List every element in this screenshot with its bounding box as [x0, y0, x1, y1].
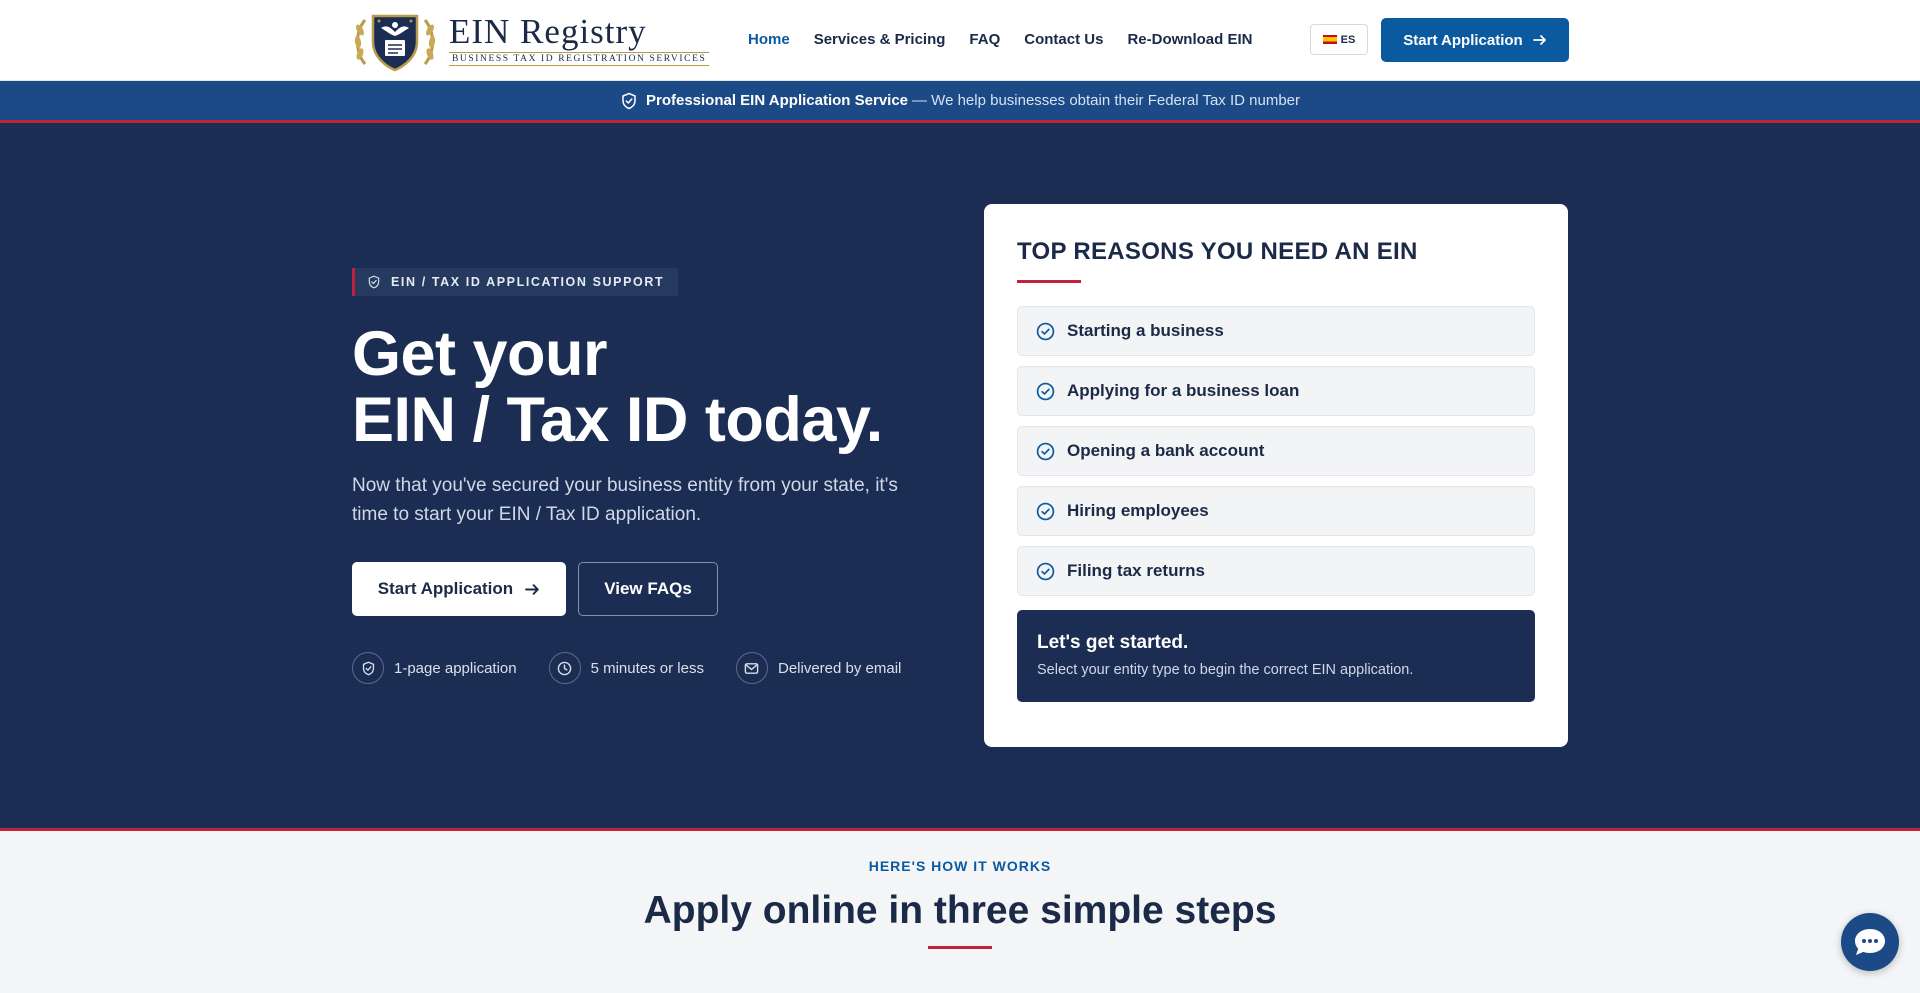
nav-re-download-ein[interactable]: Re-Download EIN [1127, 27, 1252, 53]
main-nav: Home Services & Pricing FAQ Contact Us R… [748, 27, 1276, 53]
reason-item: Filing tax returns [1017, 546, 1535, 596]
chat-widget-button[interactable] [1841, 913, 1899, 971]
brand-title: EIN Registry [449, 12, 647, 51]
hero-title-line-2: EIN / Tax ID today. [352, 385, 883, 455]
reason-item: Applying for a business loan [1017, 366, 1535, 416]
feature-item: 1-page application [352, 652, 517, 684]
site-logo[interactable]: EIN Registry Business Tax ID Registratio… [351, 8, 710, 72]
reason-item: Hiring employees [1017, 486, 1535, 536]
brand-subtitle: Business Tax ID Registration Services [449, 52, 710, 66]
reason-item: Starting a business [1017, 306, 1535, 356]
banner-strong-text: Professional EIN Application Service [645, 92, 909, 109]
reason-label: Hiring employees [1067, 501, 1209, 520]
eagle-shield-logo-icon [354, 14, 436, 72]
check-circle-icon [1036, 382, 1055, 400]
reason-label: Starting a business [1067, 321, 1224, 340]
reason-item: Opening a bank account [1017, 426, 1535, 476]
hero-section: EIN / TAX ID APPLICATION SUPPORT Get you… [0, 123, 1920, 828]
get-started-subtitle: Select your entity type to begin the cor… [1037, 662, 1414, 678]
hero-tag-label: EIN / TAX ID APPLICATION SUPPORT [391, 275, 665, 289]
shield-check-icon [368, 275, 380, 289]
feature-label: 5 minutes or less [590, 659, 704, 677]
how-it-works-section: HERE'S HOW IT WORKS Apply online in thre… [0, 828, 1920, 993]
feature-label: 1-page application [394, 659, 517, 677]
spain-flag-icon [1322, 35, 1337, 44]
reasons-card-title: TOP REASONS YOU NEED AN EIN [1017, 238, 1418, 265]
nav-services-pricing[interactable]: Services & Pricing [814, 27, 946, 53]
hero-title-line-1: Get your [352, 319, 608, 389]
reasons-card: TOP REASONS YOU NEED AN EIN Starting a b… [984, 204, 1568, 747]
feature-item: Delivered by email [735, 652, 902, 684]
site-header: EIN Registry Business Tax ID Registratio… [0, 0, 1920, 81]
title-divider [928, 946, 992, 949]
how-it-works-kicker: HERE'S HOW IT WORKS [868, 858, 1052, 874]
get-started-title: Let's get started. [1037, 632, 1189, 653]
reason-label: Opening a bank account [1067, 441, 1265, 460]
header-start-application-button[interactable]: Start Application [1381, 18, 1569, 62]
hero-features: 1-page application 5 minutes or less Del… [352, 652, 901, 684]
chat-bubble-icon [1855, 929, 1885, 955]
feature-item: 5 minutes or less [548, 652, 704, 684]
nav-home[interactable]: Home [748, 27, 790, 53]
view-faqs-button[interactable]: View FAQs [578, 562, 718, 616]
hero-start-application-button[interactable]: Start Application [352, 562, 566, 616]
banner-text: — We help businesses obtain their Federa… [912, 92, 1300, 109]
arrow-right-icon [1532, 35, 1546, 45]
info-banner: Professional EIN Application Service — W… [0, 81, 1920, 123]
reason-label: Filing tax returns [1067, 561, 1205, 580]
reason-label: Applying for a business loan [1067, 381, 1300, 400]
hero-title: Get your EIN / Tax ID today. [352, 321, 883, 453]
check-circle-icon [1036, 502, 1055, 520]
language-switch-button[interactable]: ES [1310, 24, 1368, 55]
nav-contact-us[interactable]: Contact Us [1024, 27, 1103, 53]
clock-icon [548, 652, 581, 684]
check-circle-icon [1036, 442, 1055, 460]
hero-description: Now that you've secured your business en… [352, 475, 898, 525]
header-cta-label: Start Application [1403, 31, 1523, 49]
nav-faq[interactable]: FAQ [969, 27, 1000, 53]
arrow-right-icon [525, 583, 540, 595]
shield-check-icon [622, 92, 636, 109]
feature-label: Delivered by email [777, 659, 902, 677]
language-label: ES [1340, 33, 1356, 46]
shield-check-icon [352, 652, 384, 684]
hero-primary-label: Start Application [377, 579, 514, 598]
title-divider [1017, 280, 1081, 283]
hero-tag: EIN / TAX ID APPLICATION SUPPORT [352, 268, 679, 296]
get-started-box[interactable]: Let's get started. Select your entity ty… [1017, 610, 1535, 702]
check-circle-icon [1036, 562, 1055, 580]
mail-icon [735, 652, 768, 684]
check-circle-icon [1036, 322, 1055, 340]
how-it-works-title: Apply online in three simple steps [643, 889, 1277, 932]
